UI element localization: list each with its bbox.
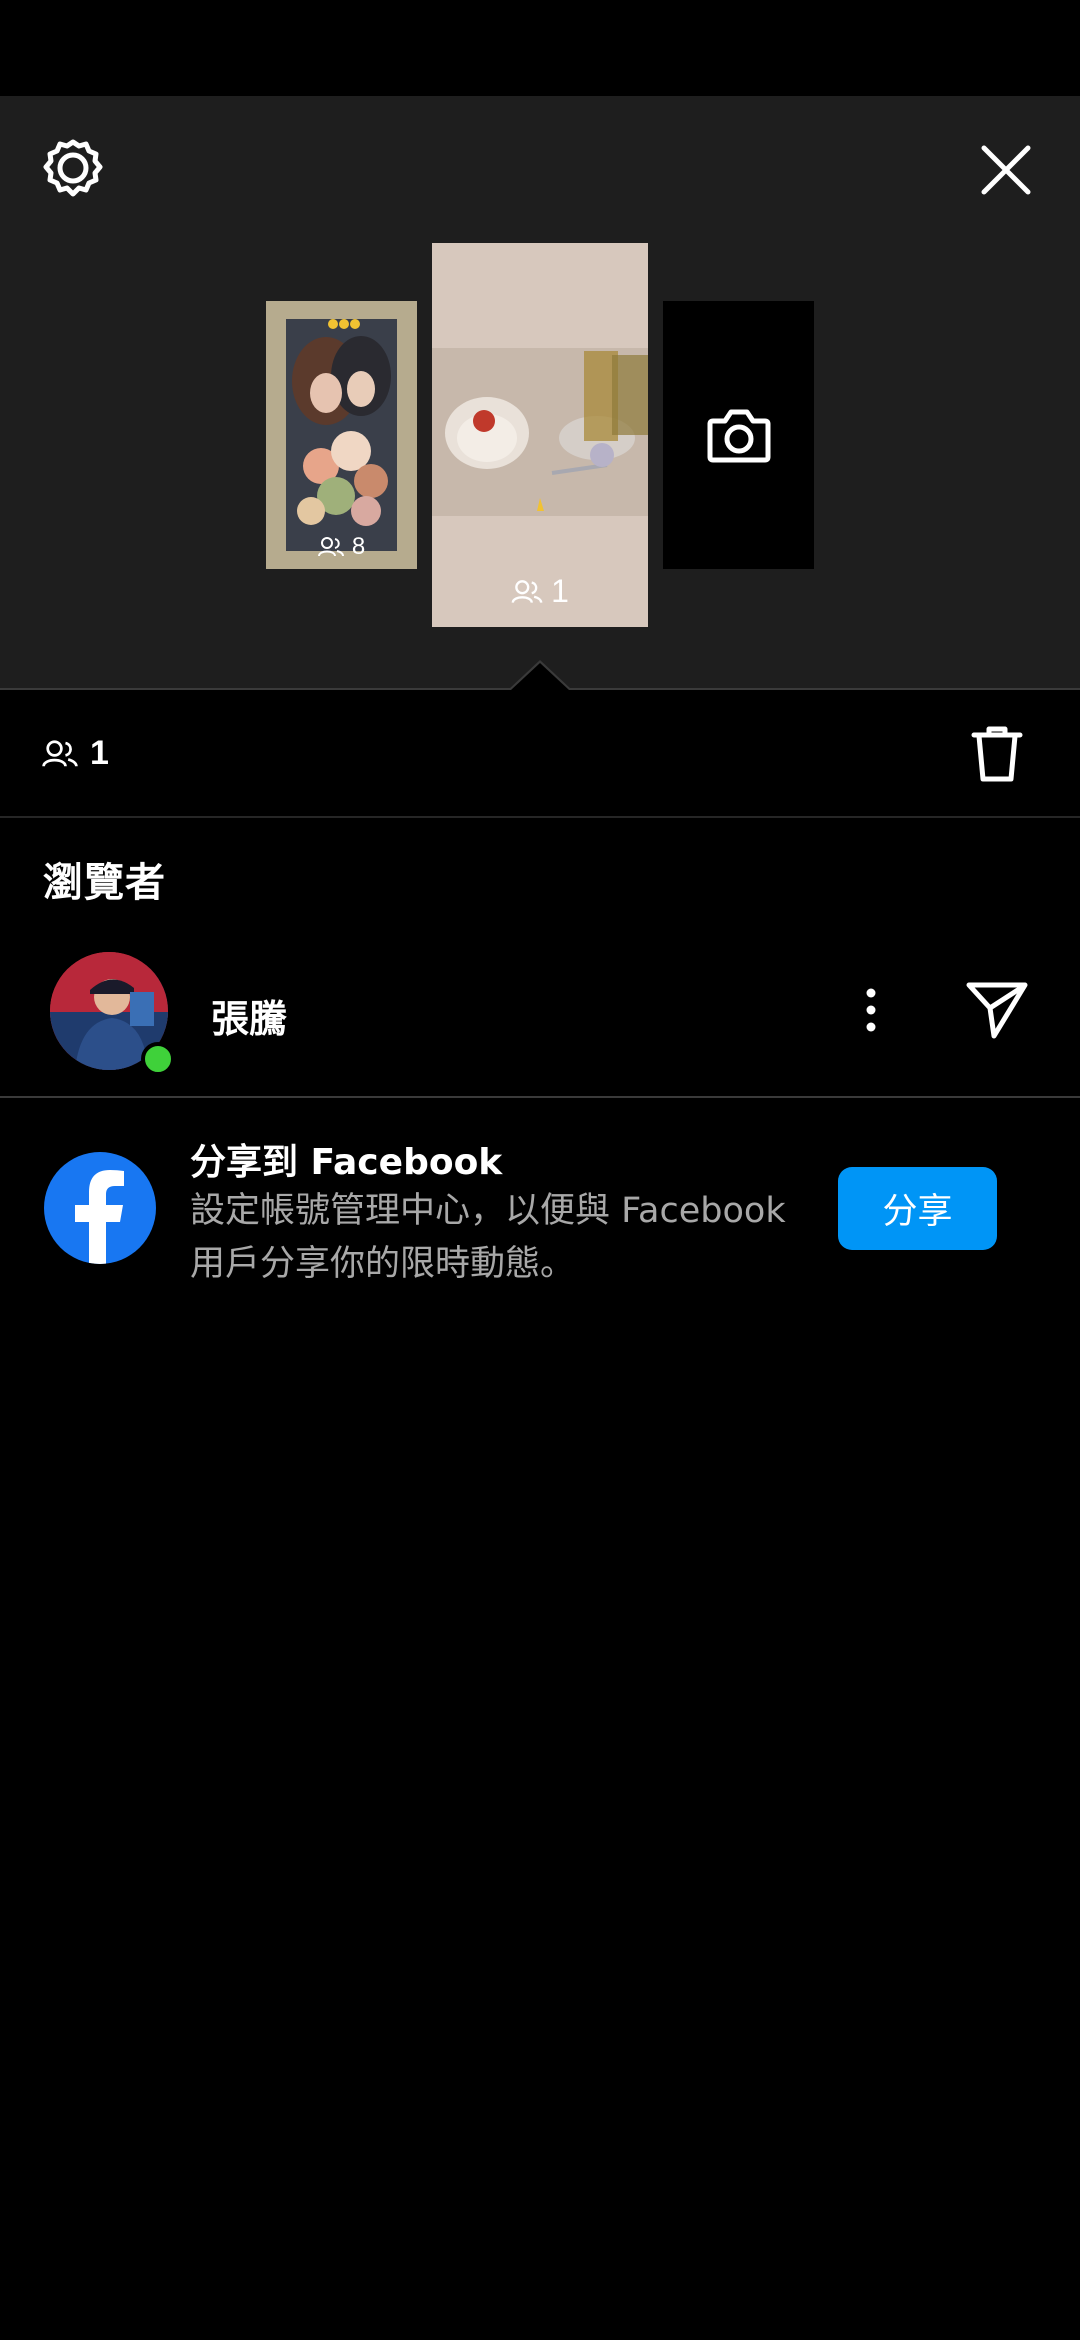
more-options-button[interactable] — [853, 980, 889, 1040]
viewer-count-value: 1 — [90, 734, 109, 772]
people-icon — [317, 537, 344, 557]
divider — [0, 1096, 1080, 1098]
gear-icon — [43, 139, 103, 197]
viewers-title: 瀏覽者 — [43, 860, 166, 906]
story-thumbnail-1[interactable]: 8 — [266, 301, 417, 569]
close-icon — [981, 145, 1031, 195]
story-viewer-count: 1 — [432, 573, 648, 610]
online-status-dot — [141, 1042, 175, 1076]
viewer-name[interactable]: 張騰 — [211, 988, 287, 1043]
delete-story-button[interactable] — [965, 722, 1029, 786]
settings-button[interactable] — [40, 136, 106, 202]
add-story-camera-button[interactable] — [663, 301, 814, 569]
people-icon — [42, 739, 78, 767]
send-message-button[interactable] — [962, 978, 1032, 1042]
share-to-facebook-description: 設定帳號管理中心，以便與 Facebook 用戶分享你的限時動態。 — [190, 1191, 786, 1284]
viewer-count[interactable]: 1 — [42, 734, 109, 773]
story-viewer-count-value: 1 — [551, 573, 569, 609]
share-button[interactable]: 分享 — [838, 1167, 997, 1250]
status-bar — [0, 0, 1080, 96]
story-image — [266, 301, 417, 569]
share-to-facebook-title: 分享到 Facebook — [190, 1142, 503, 1183]
send-icon — [966, 982, 1028, 1039]
divider — [0, 816, 1080, 818]
story-viewer-count: 8 — [266, 533, 417, 561]
people-icon — [511, 579, 543, 603]
selected-story-pointer-fill — [511, 663, 569, 690]
story-image — [432, 243, 648, 627]
close-button[interactable] — [976, 140, 1036, 200]
trash-icon — [971, 726, 1023, 782]
camera-icon — [707, 409, 770, 463]
story-stats-row: 1 — [0, 690, 1080, 816]
story-viewer-count-value: 8 — [351, 533, 366, 560]
facebook-logo-icon — [44, 1152, 156, 1264]
more-vertical-icon — [866, 988, 876, 1032]
facebook-f-glyph — [75, 1170, 124, 1264]
story-thumbnail-2-selected[interactable]: 1 — [432, 243, 648, 627]
